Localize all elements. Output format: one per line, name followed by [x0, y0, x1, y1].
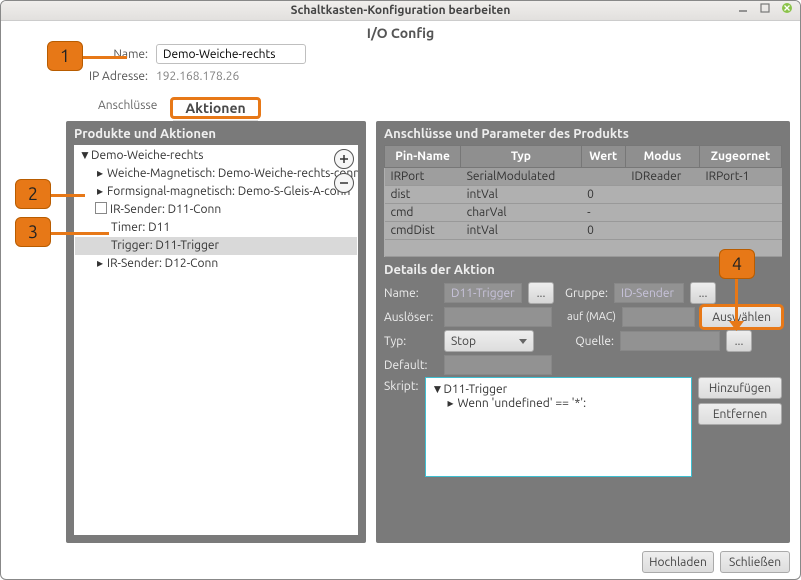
page-title: I/O Config [1, 25, 800, 41]
hochladen-button[interactable]: Hochladen [642, 551, 714, 573]
field-name: D11-Trigger [444, 283, 522, 303]
col-pin[interactable]: Pin-Name [385, 146, 461, 168]
label-quelle: Quelle: [566, 335, 614, 348]
tree-root[interactable]: ▼Demo-Weiche-rechts [75, 147, 357, 165]
products-panel: Produkte und Aktionen ▼Demo-Weiche-recht… [66, 121, 366, 543]
tree-item[interactable]: ▸IR-Sender: D12-Conn [75, 255, 357, 273]
col-zugeordnet[interactable]: Zugeornet [700, 146, 782, 168]
label-aufmac: auf (MAC) [558, 311, 616, 323]
params-table: Pin-Name Typ Wert Modus Zugeornet IRPort… [384, 145, 782, 257]
tree-item-timer[interactable]: Timer: D11 [75, 219, 357, 237]
caret-down-icon: ▼ [432, 382, 442, 396]
callout-3: 3 [15, 217, 51, 247]
col-wert[interactable]: Wert [581, 146, 625, 168]
remove-button[interactable] [334, 173, 354, 193]
add-button[interactable] [334, 149, 354, 169]
caret-down-icon: ▼ [79, 147, 89, 165]
header-form: Name: IP Adresse: 192.168.178.26 [1, 43, 800, 91]
maximize-icon[interactable] [758, 1, 772, 15]
window: Schaltkasten-Konfiguration bearbeiten I/… [0, 0, 801, 580]
quelle-browse-button[interactable]: ... [726, 330, 752, 352]
tree-item[interactable]: ▸Weiche-Magnetisch: Demo-Weiche-rechts-c… [75, 165, 357, 183]
params-panel: Anschlüsse und Parameter des Produkts Pi… [376, 121, 790, 543]
window-title: Schaltkasten-Konfiguration bearbeiten [291, 4, 511, 17]
label-default: Default: [384, 359, 438, 372]
hinzufuegen-button[interactable]: Hinzufügen [698, 377, 782, 399]
tree-item-ir-d11[interactable]: IR-Sender: D11-Conn [75, 201, 357, 219]
callout-4: 4 [719, 249, 755, 279]
schliessen-button[interactable]: Schließen [720, 551, 790, 573]
table-row[interactable]: IRPortSerialModulatedIDReaderIRPort-1 [385, 168, 782, 186]
table-row[interactable]: cmdDistintVal0 [385, 222, 782, 240]
tree-item[interactable]: ▸Formsignal-magnetisch: Demo-S-Gleis-A-c… [75, 183, 357, 201]
name-input[interactable] [156, 44, 306, 64]
caret-right-icon: ▸ [446, 396, 456, 410]
minimize-icon[interactable] [736, 1, 750, 15]
product-tree[interactable]: ▼Demo-Weiche-rechts ▸Weiche-Magnetisch: … [74, 145, 358, 535]
typ-select[interactable]: Stop [444, 330, 534, 352]
callout-2: 2 [15, 179, 51, 209]
callout-1: 1 [47, 41, 83, 71]
gruppe-browse-button[interactable]: ... [690, 282, 716, 304]
script-editor[interactable]: ▼D11-Trigger ▸Wenn 'undefined' == '*': [425, 377, 692, 477]
titlebar: Schaltkasten-Konfiguration bearbeiten [1, 1, 800, 21]
field-gruppe: ID-Sender [614, 283, 684, 303]
table-row[interactable]: cmdcharVal- [385, 204, 782, 222]
field-default [444, 355, 552, 375]
tab-bar: Anschlüsse Aktionen [86, 93, 800, 116]
name-browse-button[interactable]: ... [528, 282, 554, 304]
label-ausloeser: Auslöser: [384, 311, 438, 324]
field-ausloeser [444, 307, 552, 327]
entfernen-button[interactable]: Entfernen [698, 403, 782, 425]
col-typ[interactable]: Typ [461, 146, 582, 168]
tree-item-trigger[interactable]: Trigger: D11-Trigger [75, 237, 357, 255]
ip-label: IP Adresse: [1, 70, 156, 83]
products-title: Produkte und Aktionen [74, 127, 358, 141]
label-typ: Typ: [384, 335, 438, 348]
tab-actions[interactable]: Aktionen [173, 94, 257, 122]
field-quelle [620, 331, 720, 351]
col-modus[interactable]: Modus [625, 146, 699, 168]
caret-right-icon: ▸ [95, 255, 105, 273]
label-skript: Skript: [384, 377, 419, 393]
close-icon[interactable] [780, 1, 794, 15]
field-mac [622, 307, 695, 327]
table-row[interactable]: distintVal0 [385, 186, 782, 204]
ip-value: 192.168.178.26 [156, 70, 239, 83]
params-title: Anschlüsse und Parameter des Produkts [384, 127, 782, 141]
caret-right-icon: ▸ [95, 165, 105, 183]
tab-connections[interactable]: Anschlüsse [86, 93, 169, 116]
caret-right-icon: ▸ [95, 183, 105, 201]
label-name: Name: [384, 287, 438, 300]
label-gruppe: Gruppe: [560, 287, 608, 300]
